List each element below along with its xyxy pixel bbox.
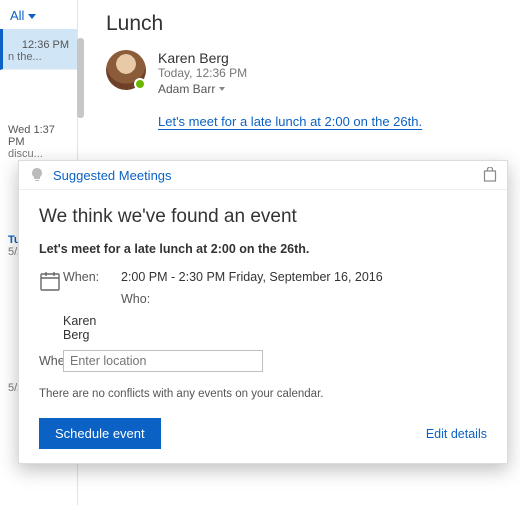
filter-all[interactable]: All (0, 0, 77, 29)
message-preview: n the... (8, 51, 71, 63)
when-label: When: (63, 270, 121, 284)
recipient-name: Adam Barr (158, 82, 215, 96)
edit-details-link[interactable]: Edit details (426, 427, 487, 441)
sender-time: Today, 12:36 PM (158, 66, 247, 80)
suggested-meeting-link[interactable]: Let's meet for a late lunch at 2:00 on t… (158, 114, 502, 129)
card-quote: Let's meet for a late lunch at 2:00 on t… (39, 242, 487, 256)
who-label: Who: (121, 292, 487, 306)
chevron-down-icon (219, 87, 225, 91)
lightbulb-icon (29, 167, 45, 183)
sender-name: Karen Berg (158, 50, 247, 66)
presence-available-icon (134, 78, 146, 90)
location-input[interactable] (63, 350, 263, 372)
suggested-meeting-card: Suggested Meetings We think we've found … (18, 160, 508, 464)
card-header-title[interactable]: Suggested Meetings (53, 168, 172, 183)
when-value: 2:00 PM - 2:30 PM Friday, September 16, … (121, 270, 487, 284)
card-title: We think we've found an event (39, 206, 487, 228)
conflict-status: There are no conflicts with any events o… (39, 388, 487, 400)
calendar-icon (39, 270, 61, 292)
chevron-down-icon (28, 14, 36, 19)
avatar[interactable] (106, 50, 146, 90)
filter-label: All (10, 8, 24, 23)
who-value: Karen Berg (63, 314, 121, 342)
recipients-row[interactable]: Adam Barr (158, 82, 247, 96)
message-subject: Lunch (106, 12, 502, 36)
message-time: 12:36 PM (8, 39, 71, 51)
where-label: Where: (39, 354, 63, 368)
message-date: Wed 1:37 PM (0, 118, 77, 148)
list-item[interactable]: 12:36 PM n the... (0, 29, 77, 70)
schedule-event-button[interactable]: Schedule event (39, 418, 161, 449)
store-icon[interactable] (483, 167, 497, 183)
